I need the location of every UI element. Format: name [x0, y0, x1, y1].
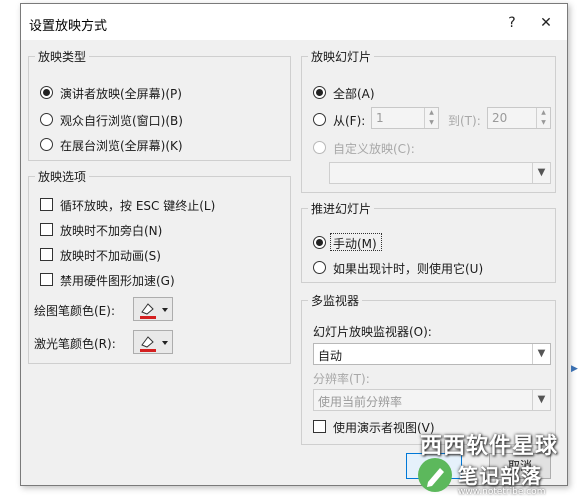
from-spinner[interactable]: 1 ▲ ▼ [371, 107, 439, 129]
show-type-group: 放映类型 演讲者放映(全屏幕)(P) 观众自行浏览(窗口)(B) 在展台浏览(全… [28, 48, 291, 161]
spin-down-icon[interactable]: ▼ [537, 118, 550, 128]
advance-slides-group: 推进幻灯片 手动(M) 如果出现计时，则使用它(U) [301, 200, 556, 283]
pen-color-icon [140, 303, 168, 319]
custom-show-select[interactable]: ▼ [329, 162, 551, 184]
pen-color-label: 绘图笔颜色(E): [34, 304, 115, 318]
watermark-line1: 西西软件星球 [420, 434, 559, 459]
radio-all-slides-label[interactable]: 全部(A) [333, 85, 375, 102]
chevron-down-icon: ▼ [532, 344, 550, 364]
laser-color-button[interactable] [133, 330, 173, 354]
radio-presenter[interactable] [40, 86, 53, 99]
loop-checkbox[interactable] [40, 198, 53, 211]
show-slides-title: 放映幻灯片 [308, 48, 375, 65]
disable-hw-accel-label[interactable]: 禁用硬件图形加速(G) [60, 272, 175, 289]
monitor-select[interactable]: 自动 ▼ [313, 343, 551, 365]
chevron-down-icon: ▼ [532, 163, 550, 183]
watermark-url: www.notetribe.com [458, 487, 546, 497]
no-narration-checkbox[interactable] [40, 223, 53, 236]
radio-use-timings-label[interactable]: 如果出现计时，则使用它(U) [333, 260, 483, 277]
radio-manual[interactable] [313, 236, 326, 249]
custom-show-label: 自定义放映(C): [333, 142, 415, 156]
disable-hw-accel-checkbox[interactable] [40, 273, 53, 286]
laser-color-label: 激光笔颜色(R): [34, 337, 116, 351]
resolution-select[interactable]: 使用当前分辨率 ▼ [313, 389, 551, 411]
radio-from-slide[interactable] [313, 113, 326, 126]
advance-slides-title: 推进幻灯片 [308, 200, 375, 217]
show-options-group: 放映选项 循环放映，按 ESC 键终止(L) 放映时不加旁白(N) 放映时不加动… [28, 168, 291, 364]
no-animation-checkbox[interactable] [40, 248, 53, 261]
pen-color-button[interactable] [133, 297, 173, 321]
monitor-value: 自动 [318, 349, 343, 363]
resolution-value: 使用当前分辨率 [318, 395, 403, 409]
monitor-label: 幻灯片放映监视器(O): [313, 325, 432, 339]
radio-browsed-window-label[interactable]: 观众自行浏览(窗口)(B) [60, 112, 183, 129]
title-bar: 设置放映方式 ? ✕ [21, 4, 567, 40]
to-spinner[interactable]: 20 ▲ ▼ [487, 107, 551, 129]
multiple-monitors-title: 多监视器 [308, 292, 363, 309]
chevron-down-icon [162, 308, 168, 312]
radio-all-slides[interactable] [313, 86, 326, 99]
radio-presenter-label[interactable]: 演讲者放映(全屏幕)(P) [60, 85, 182, 102]
chevron-down-icon [162, 341, 168, 345]
set-up-show-dialog: 设置放映方式 ? ✕ 放映类型 演讲者放映(全屏幕)(P) 观众自行浏览(窗口)… [20, 3, 568, 486]
radio-use-timings[interactable] [313, 261, 326, 274]
watermark-line2: 笔记部落 [458, 464, 542, 488]
spin-up-icon[interactable]: ▲ [425, 108, 438, 118]
no-narration-label[interactable]: 放映时不加旁白(N) [60, 222, 162, 239]
side-arrow-icon: ▶ [571, 364, 578, 374]
radio-browsed-window[interactable] [40, 113, 53, 126]
loop-label[interactable]: 循环放映，按 ESC 键终止(L) [60, 197, 215, 214]
help-button[interactable]: ? [501, 12, 523, 34]
spin-up-icon[interactable]: ▲ [537, 108, 550, 118]
spin-down-icon[interactable]: ▼ [425, 118, 438, 128]
from-value: 1 [376, 111, 384, 125]
radio-kiosk-label[interactable]: 在展台浏览(全屏幕)(K) [60, 137, 183, 154]
show-slides-group: 放映幻灯片 全部(A) 从(F): 1 ▲ ▼ 到(T): 20 ▲ ▼ 自定义放映… [301, 48, 556, 193]
radio-kiosk[interactable] [40, 138, 53, 151]
radio-manual-label[interactable]: 手动(M) [333, 235, 377, 252]
dialog-title: 设置放映方式 [29, 19, 108, 34]
no-animation-label[interactable]: 放映时不加动画(S) [60, 247, 161, 264]
show-options-title: 放映选项 [35, 168, 90, 185]
to-label: 到(T): [448, 114, 481, 128]
presenter-view-checkbox[interactable] [313, 420, 326, 433]
radio-from-label[interactable]: 从(F): [333, 112, 365, 129]
radio-custom-show[interactable] [313, 141, 326, 154]
chevron-down-icon: ▼ [532, 390, 550, 410]
show-type-title: 放映类型 [35, 48, 90, 65]
to-value: 20 [492, 111, 508, 125]
laser-color-icon [140, 336, 168, 352]
pencil-logo-icon [418, 458, 452, 492]
close-button[interactable]: ✕ [535, 12, 557, 34]
resolution-label: 分辨率(T): [313, 372, 370, 386]
multiple-monitors-group: 多监视器 幻灯片放映监视器(O): 自动 ▼ 分辨率(T): 使用当前分辨率 ▼… [301, 292, 556, 445]
